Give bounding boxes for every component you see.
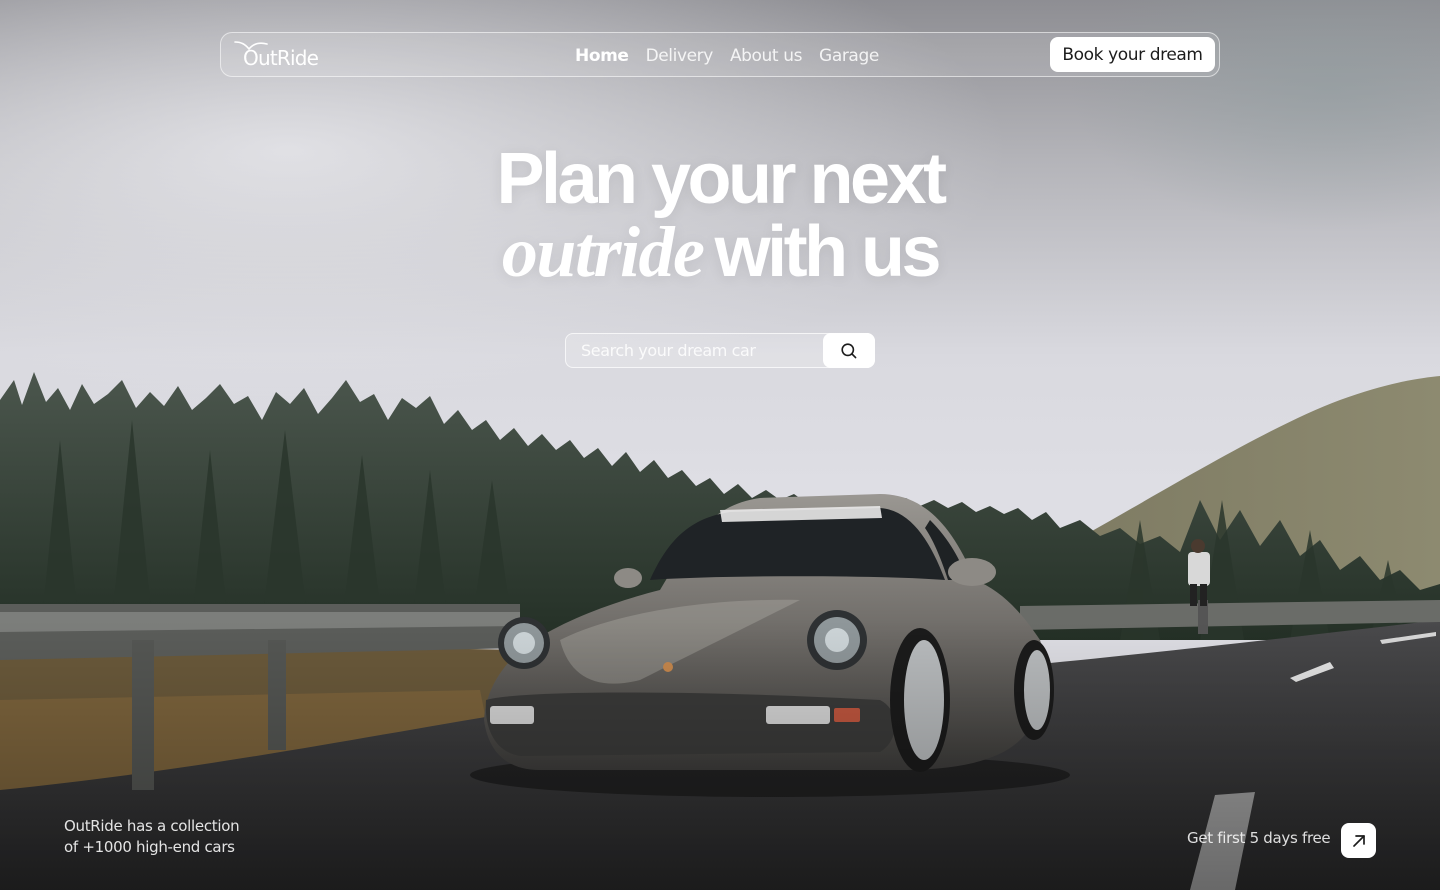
hero-headline: Plan your next outride with us	[0, 140, 1440, 305]
headline-accent-word: outride	[501, 212, 705, 292]
nav-link-about-us[interactable]: About us	[730, 46, 803, 66]
collection-line-1: OutRide has a collection	[64, 817, 240, 835]
search-button[interactable]	[823, 333, 875, 368]
headline-line-2: outride with us	[0, 212, 1440, 305]
top-navbar: OutRide Home Delivery About us Garage Bo…	[220, 32, 1220, 77]
logo-mark-icon	[234, 41, 268, 51]
promo-label: Get first 5 days free	[1187, 829, 1331, 847]
collection-info: OutRide has a collection of +1000 high-e…	[64, 816, 294, 858]
arrow-up-right-icon	[1352, 834, 1365, 847]
search-input[interactable]	[566, 334, 822, 367]
book-your-dream-button[interactable]: Book your dream	[1050, 37, 1215, 72]
search-icon	[841, 342, 857, 358]
nav-link-home[interactable]: Home	[575, 46, 629, 66]
hero-background-image	[0, 0, 1440, 890]
nav-link-delivery[interactable]: Delivery	[646, 46, 714, 66]
collection-line-2: of +1000 high-end cars	[64, 838, 235, 856]
nav-link-garage[interactable]: Garage	[819, 46, 879, 66]
search-bar	[565, 333, 875, 368]
promo-arrow-button[interactable]	[1341, 823, 1376, 858]
nav-links: Home Delivery About us Garage	[575, 33, 879, 78]
headline-rest: with us	[714, 212, 942, 292]
headline-line-1: Plan your next	[496, 139, 947, 219]
brand-logo[interactable]: OutRide	[233, 40, 319, 70]
